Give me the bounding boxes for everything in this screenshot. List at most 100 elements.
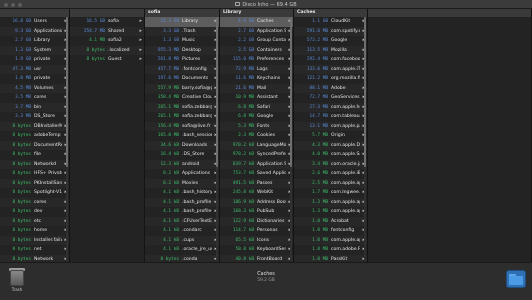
list-item[interactable]: 4.1 kB.oracle_jre_usage▸ xyxy=(145,245,219,255)
list-item[interactable]: 491.5 kBPasses▸ xyxy=(220,178,293,188)
list-item[interactable]: 8.2 kBMovies▸ xyxy=(145,178,219,188)
list-item[interactable]: 557.9 MBbarry.sofia@gmail▸ xyxy=(145,83,219,93)
list-item[interactable]: 753.7 kBSaved Application▸ xyxy=(220,169,293,179)
list-item[interactable]: 3.7 MBbin▸ xyxy=(0,102,69,112)
list-item[interactable]: 8 bytesNetwork▸ xyxy=(0,254,69,262)
list-item[interactable]: 4.1 MB sofia2 ▸ xyxy=(70,36,144,46)
list-item[interactable]: 2.6 MBcom.apple.iBooks▸ xyxy=(294,169,367,179)
list-item[interactable]: 561.8 MBPictures▸ xyxy=(145,55,219,65)
list-item[interactable]: 4.9 GBCaches▸ xyxy=(220,17,293,27)
list-item[interactable]: 16.4 kB.DS_Store▸ xyxy=(145,150,219,160)
list-item[interactable]: 4.1 kB.bash_history▸ xyxy=(145,188,219,198)
list-item[interactable]: 1.0 MBprivate▸ xyxy=(0,74,69,84)
list-item[interactable]: 40.8 kBFrontBoard▸ xyxy=(220,254,293,262)
list-item[interactable]: 4.1 kB.condarc▸ xyxy=(145,226,219,236)
column-2[interactable]: sofia15.3 GBLibrary▸3.3 GB.Trash▸1.3 GBM… xyxy=(145,9,220,262)
list-item[interactable]: 265.1 MBsofia.zebbar@gm▸ xyxy=(145,112,219,122)
column-4[interactable]: Caches1.1 GBCloudKit▸591.6 MBcom.spotify… xyxy=(294,9,368,262)
list-item[interactable]: 165.0 MB.bash_sessions▸ xyxy=(145,131,219,141)
list-item[interactable]: 2.7 GBLibrary▸ xyxy=(0,36,69,46)
column-1[interactable]: 16.5 GB sofia ▸ 254.7 MB Shared ▸ 4.1 MB sofia2… xyxy=(70,9,145,262)
list-item[interactable]: 8 bytesHFS+ Private▸ xyxy=(0,169,69,179)
scrollbar-thumb[interactable] xyxy=(216,17,218,167)
list-item[interactable]: 168.3 kBPubSub▸ xyxy=(220,207,293,217)
list-item[interactable]: 8 bytesdev▸ xyxy=(0,207,69,217)
scrollbar[interactable] xyxy=(364,17,366,261)
list-item[interactable]: 254.7 MB Shared ▸ xyxy=(70,26,144,36)
list-item[interactable]: 3.4 MBcom.oracle.java.J▸ xyxy=(294,159,367,169)
list-item[interactable]: 8 bytesDBInstallerMessa▸ xyxy=(0,121,69,131)
list-item[interactable]: 156.4 MBsofia@live.fr Cr▸ xyxy=(145,121,219,131)
reveal-folder-button[interactable] xyxy=(506,270,526,288)
list-item[interactable]: 8 bytesnet▸ xyxy=(0,245,69,255)
scrollbar-thumb[interactable] xyxy=(364,17,366,167)
list-item[interactable]: 3.3 MBDS_Store▸ xyxy=(0,112,69,122)
list-item[interactable]: 9.3 GBApplications▸ xyxy=(0,26,69,36)
list-item[interactable]: 47.3 MBusr▸ xyxy=(0,64,69,74)
list-item[interactable]: 970.2 kBLanguageModelin▸ xyxy=(220,140,293,150)
list-item[interactable]: 6.8 MBGoogle▸ xyxy=(220,112,293,122)
list-item[interactable]: 4.5 MBVolumes▸ xyxy=(0,83,69,93)
list-item[interactable]: 3.5 MBcores▸ xyxy=(0,93,69,103)
list-item[interactable]: 313.5 MBMozilla▸ xyxy=(294,45,367,55)
list-item[interactable]: 4.1 kB.bash_profile-ana▸ xyxy=(145,207,219,217)
list-item[interactable]: 3.3 GB.Trash▸ xyxy=(145,26,219,36)
list-item[interactable]: 573.2 MBGoogle▸ xyxy=(294,36,367,46)
list-item[interactable]: 34.6 kBDownloads▸ xyxy=(145,140,219,150)
list-item[interactable]: 8 bytes Guest ▸ xyxy=(70,55,144,65)
list-item[interactable]: 50.8 kBKeyboardServices▸ xyxy=(220,245,293,255)
list-item[interactable]: 197.6 MBDocuments▸ xyxy=(145,74,219,84)
list-item[interactable]: 1.0 MBPassKit▸ xyxy=(294,254,367,262)
list-item[interactable]: 186.9 kBAddress Book Plu▸ xyxy=(220,197,293,207)
list-item[interactable]: 115.0 MBPreferences▸ xyxy=(220,55,293,65)
list-item[interactable]: 8 bytesPKInstallSandbox▸ xyxy=(0,178,69,188)
list-item[interactable]: 4.1 kB.CFUserTextEncc▸ xyxy=(145,216,219,226)
list-item[interactable]: 1.3 GBMusic▸ xyxy=(145,36,219,46)
list-item[interactable]: 6.8 MBSafari▸ xyxy=(220,102,293,112)
list-item[interactable]: 2.7 GBApplication Supp▸ xyxy=(220,26,293,36)
list-item[interactable]: 72.9 MBLogs▸ xyxy=(220,64,293,74)
list-item[interactable]: 457.7 MB.fontconfig▸ xyxy=(145,64,219,74)
list-item[interactable]: 2.2 GBGroup Containers▸ xyxy=(220,36,293,46)
list-item[interactable]: 4.3 MBcom.apple.Dash▸ xyxy=(294,140,367,150)
list-item[interactable]: 8 bytes .localized ▸ xyxy=(70,45,144,55)
list-item[interactable]: 10.9 MBAssistant▸ xyxy=(220,93,293,103)
list-item[interactable]: 8.2 kBApplications▸ xyxy=(145,169,219,179)
scrollbar[interactable] xyxy=(216,17,218,261)
list-item[interactable]: 8 bytesNetworkd▸ xyxy=(0,159,69,169)
list-item[interactable]: 65.5 kBIcons▸ xyxy=(220,235,293,245)
scrollbar-thumb[interactable] xyxy=(290,17,292,167)
list-item[interactable]: 114.7 kBPersonas▸ xyxy=(220,226,293,236)
list-item[interactable]: 1.0 MBcom.apple.appsto▸ xyxy=(294,235,367,245)
column-3[interactable]: Library4.9 GBCaches▸2.7 GBApplication Su… xyxy=(220,9,294,262)
list-item[interactable]: 5.3 MBFonts▸ xyxy=(220,121,293,131)
list-item[interactable]: 1.3 GBSystem▸ xyxy=(0,45,69,55)
list-item[interactable]: 8 bytescores▸ xyxy=(0,197,69,207)
list-item[interactable]: 2.3 MBCookies▸ xyxy=(220,131,293,141)
list-item[interactable]: 955.3 MBDesktop▸ xyxy=(145,45,219,55)
list-item[interactable]: 1.3 MBcom.apple.appsto▸ xyxy=(294,197,367,207)
list-item[interactable]: 5.7 MBOrigin▸ xyxy=(294,131,367,141)
list-item[interactable]: 1.0 MBfontconfig▸ xyxy=(294,226,367,236)
list-item[interactable]: 1.0 MBcom.adobe.Reade▸ xyxy=(294,245,367,255)
list-item[interactable]: 1.1 GBCloudKit▸ xyxy=(294,17,367,27)
list-item[interactable]: 3.5 GBContainers▸ xyxy=(220,45,293,55)
list-item[interactable]: 4.1 kB.bash_profile▸ xyxy=(145,197,219,207)
scrollbar[interactable] xyxy=(66,17,68,261)
column-5[interactable] xyxy=(368,9,532,262)
list-item[interactable]: 1.0 MBAcrobat▸ xyxy=(294,216,367,226)
list-item[interactable]: 15.3 GBLibrary▸ xyxy=(145,17,219,27)
list-item[interactable]: 88.1 MBAdobe▸ xyxy=(294,83,367,93)
list-item[interactable]: 8 bytesfile▸ xyxy=(0,150,69,160)
list-item[interactable]: 27.3 MBcom.apple.helpd▸ xyxy=(294,102,367,112)
list-item[interactable]: 8 bytesadobeTemp▸ xyxy=(0,131,69,141)
list-item[interactable]: 122.9 kBDictionaries▸ xyxy=(220,216,293,226)
list-item[interactable]: 8 bytesDocumentRevisio▸ xyxy=(0,140,69,150)
list-item[interactable]: 21.6 MBMail▸ xyxy=(220,83,293,93)
list-item[interactable]: 8 bytes.conda▸ xyxy=(145,254,219,262)
list-item[interactable]: 970.2 kBSyncedPreferenc▸ xyxy=(220,150,293,160)
list-item[interactable]: 72.7 MBGeoServices▸ xyxy=(294,93,367,103)
list-item[interactable]: 14.7 MBcom.tableau.cach▸ xyxy=(294,112,367,122)
list-item[interactable]: 8 byteshome▸ xyxy=(0,226,69,236)
scrollbar[interactable] xyxy=(290,17,292,261)
